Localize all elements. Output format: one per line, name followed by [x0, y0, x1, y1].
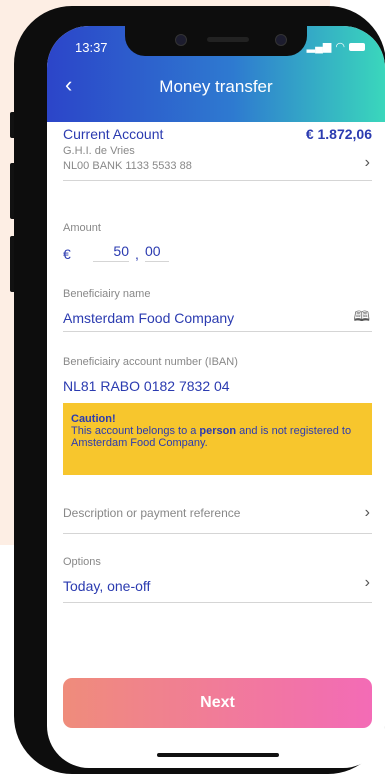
status-icons: ▂▄▆ ◠ — [307, 40, 365, 53]
options-field[interactable]: Options Today, one-off › — [63, 556, 372, 603]
account-holder: G.H.I. de Vries — [63, 145, 135, 157]
speaker-grille — [207, 37, 249, 42]
next-button[interactable]: Next — [63, 678, 372, 728]
chevron-right-icon: › — [364, 504, 370, 521]
phone-screen: 13:37 ▂▄▆ ◠ ‹ Money transfer Current Acc… — [47, 26, 385, 768]
face-sensor-icon — [275, 34, 287, 46]
source-account-selector[interactable]: Current Account € 1.872,06 G.H.I. de Vri… — [63, 122, 372, 181]
caution-text-bold: person — [199, 425, 237, 437]
wifi-icon: ◠ — [335, 41, 345, 53]
options-value: Today, one-off — [63, 578, 151, 594]
chevron-right-icon: › — [364, 574, 370, 591]
account-name: Current Account — [63, 126, 164, 142]
beneficiary-iban-field[interactable]: Beneficiairy account number (IBAN) NL81 … — [63, 356, 372, 400]
beneficiary-name-label: Beneficiairy name — [63, 288, 151, 300]
caution-text-before: This account belongs to a — [71, 425, 200, 437]
amount-input: € 50 , 00 — [63, 243, 169, 262]
phone-frame: 13:37 ▂▄▆ ◠ ‹ Money transfer Current Acc… — [14, 6, 385, 774]
status-time: 13:37 — [75, 40, 108, 55]
amount-separator: , — [135, 246, 139, 262]
beneficiary-iban-label: Beneficiairy account number (IBAN) — [63, 356, 238, 368]
front-camera-icon — [175, 34, 187, 46]
amount-decimal-input[interactable]: 00 — [145, 243, 169, 262]
caution-banner: Caution! This account belongs to a perso… — [63, 403, 372, 475]
amount-label: Amount — [63, 222, 101, 234]
amount-currency: € — [63, 246, 71, 262]
caution-title: Caution! — [71, 413, 116, 425]
chevron-right-icon: › — [364, 154, 370, 171]
beneficiary-name-value: Amsterdam Food Company — [63, 310, 235, 326]
home-indicator — [157, 753, 279, 757]
description-field[interactable]: Description or payment reference › — [63, 504, 372, 534]
beneficiary-name-field[interactable]: Beneficiairy name Amsterdam Food Company… — [63, 288, 372, 332]
caution-message: This account belongs to a person and is … — [71, 425, 364, 449]
beneficiary-iban-value: NL81 RABO 0182 7832 04 — [63, 378, 230, 394]
address-book-icon[interactable]: 🕮 — [353, 306, 370, 330]
options-label: Options — [63, 556, 101, 568]
description-placeholder: Description or payment reference — [63, 506, 241, 520]
signal-icon: ▂▄▆ — [306, 41, 332, 53]
account-balance: € 1.872,06 — [305, 126, 372, 142]
battery-icon — [349, 42, 365, 51]
phone-notch — [125, 26, 307, 56]
page-title: Money transfer — [159, 77, 273, 96]
account-iban: NL00 BANK 1133 5533 88 — [63, 160, 192, 172]
amount-integer-input[interactable]: 50 — [93, 243, 129, 262]
